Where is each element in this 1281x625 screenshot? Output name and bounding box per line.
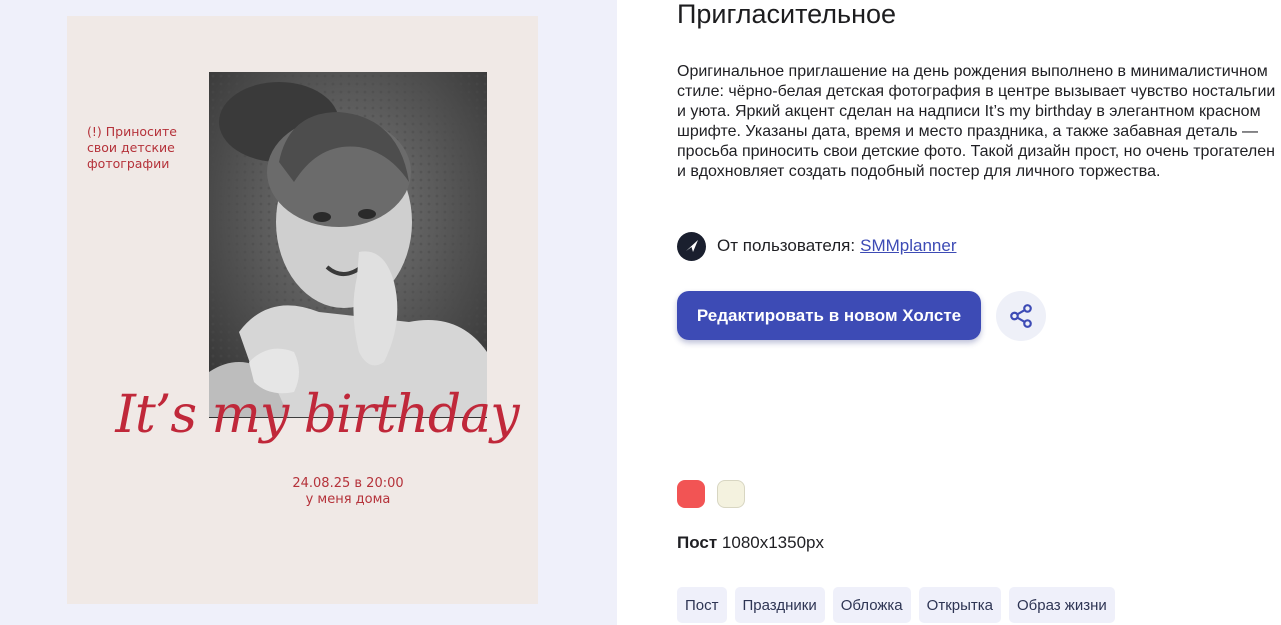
tag-list: Пост Праздники Обложка Открытка Образ жи…: [677, 587, 1115, 623]
tag-lifestyle[interactable]: Образ жизни: [1008, 587, 1115, 623]
template-title: Пригласительное: [677, 0, 897, 29]
poster-place: у меня дома: [305, 492, 391, 507]
author-row: От пользователя: SMMplanner: [677, 231, 956, 261]
format-label: Пост: [677, 533, 718, 552]
author-avatar: [677, 231, 706, 261]
preview-pane: (!) Приносите свои детские фотографии It…: [0, 0, 617, 625]
format-size: 1080x1350px: [721, 533, 824, 552]
color-swatch-red[interactable]: [677, 480, 705, 508]
edit-in-canvas-button[interactable]: Редактировать в новом Холсте: [677, 291, 981, 340]
poster-preview: (!) Приносите свои детские фотографии It…: [67, 16, 538, 604]
tag-post[interactable]: Пост: [677, 587, 727, 623]
poster-headline: It’s my birthday: [115, 385, 519, 445]
author-link[interactable]: SMMplanner: [860, 236, 956, 256]
paper-plane-icon: [685, 240, 698, 252]
template-description: Оригинальное приглашение на день рождени…: [677, 63, 1276, 180]
format-info: Пост 1080x1350px: [677, 533, 824, 553]
share-button[interactable]: [996, 291, 1046, 341]
tag-holidays[interactable]: Праздники: [734, 587, 825, 623]
color-swatch-cream[interactable]: [717, 480, 745, 508]
tag-postcard[interactable]: Открытка: [918, 587, 1001, 623]
author-prefix: От пользователя:: [717, 236, 856, 255]
poster-note: (!) Приносите свои детские фотографии: [87, 124, 177, 171]
tag-cover[interactable]: Обложка: [832, 587, 911, 623]
share-icon: [1010, 304, 1032, 328]
poster-date-time: 24.08.25 в 20:00: [292, 476, 404, 491]
child-photo: [209, 72, 487, 418]
